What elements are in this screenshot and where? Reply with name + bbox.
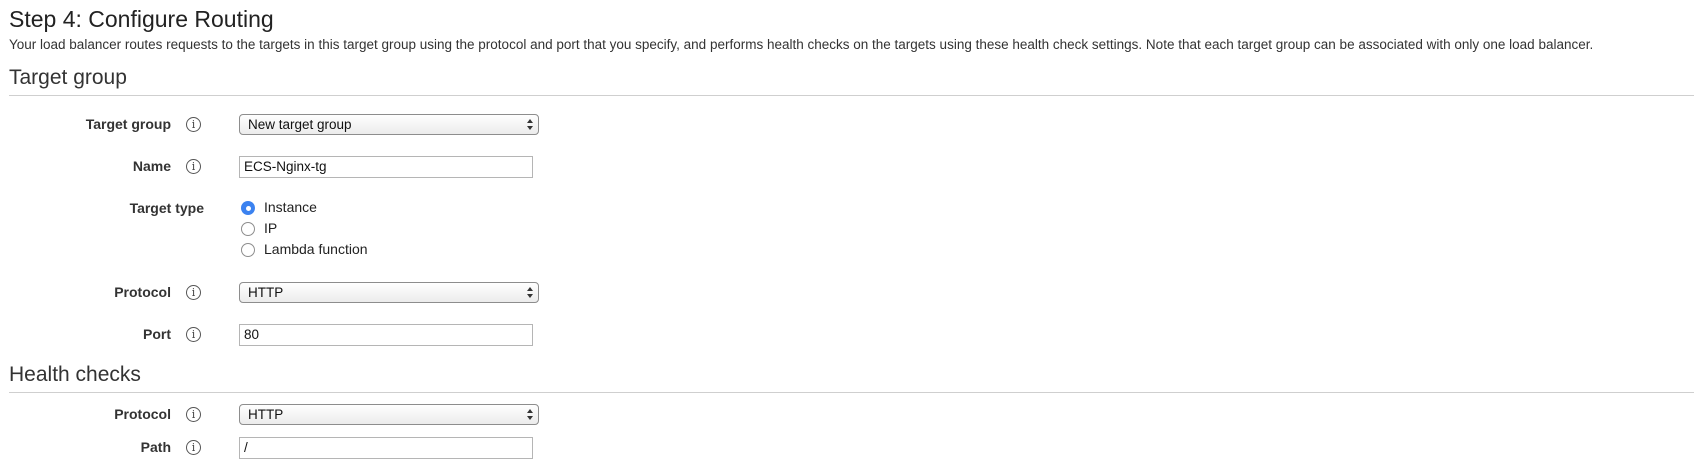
- port-row: Port i 80: [0, 324, 1694, 348]
- name-input[interactable]: ECS-Nginx-tg: [239, 156, 533, 178]
- info-icon[interactable]: i: [186, 159, 201, 174]
- info-icon[interactable]: i: [186, 117, 201, 132]
- health-protocol-row: Protocol i HTTP: [0, 404, 1694, 428]
- target-type-label: Target type: [129, 200, 204, 216]
- info-icon[interactable]: i: [186, 407, 201, 422]
- target-group-select-value: New target group: [248, 117, 352, 132]
- target-type-option-label: IP: [264, 220, 278, 236]
- port-input[interactable]: 80: [239, 324, 533, 346]
- updown-arrows-icon: [527, 119, 533, 130]
- protocol-select[interactable]: HTTP: [239, 282, 539, 303]
- updown-arrows-icon: [527, 287, 533, 298]
- radio-button[interactable]: [241, 243, 255, 257]
- section-title-health-checks: Health checks: [9, 363, 141, 386]
- section-divider: [9, 95, 1694, 96]
- health-path-row: Path i /: [0, 437, 1694, 461]
- page-title: Step 4: Configure Routing: [9, 6, 274, 32]
- section-title-target-group: Target group: [9, 66, 127, 89]
- health-protocol-label: Protocol: [114, 406, 171, 422]
- target-type-option-label: Instance: [264, 199, 317, 215]
- section-divider: [9, 392, 1694, 393]
- target-group-label: Target group: [85, 116, 171, 132]
- port-label: Port: [143, 326, 171, 342]
- info-icon[interactable]: i: [186, 327, 201, 342]
- health-path-label: Path: [140, 439, 171, 455]
- target-type-option-instance[interactable]: Instance: [241, 199, 441, 217]
- target-type-option-label: Lambda function: [264, 241, 368, 257]
- name-label: Name: [132, 158, 171, 174]
- page-description: Your load balancer routes requests to th…: [9, 37, 1594, 52]
- updown-arrows-icon: [527, 409, 533, 420]
- info-icon[interactable]: i: [186, 440, 201, 455]
- health-path-input[interactable]: /: [239, 437, 533, 459]
- name-row: Name i ECS-Nginx-tg: [0, 156, 1694, 180]
- protocol-row: Protocol i HTTP: [0, 282, 1694, 306]
- info-icon[interactable]: i: [186, 285, 201, 300]
- target-group-row: Target group i New target group: [0, 114, 1694, 138]
- health-protocol-select-value: HTTP: [248, 407, 284, 422]
- target-type-option-ip[interactable]: IP: [241, 220, 441, 238]
- health-protocol-select[interactable]: HTTP: [239, 404, 539, 425]
- protocol-label: Protocol: [114, 284, 171, 300]
- radio-button-selected[interactable]: [241, 201, 255, 215]
- target-group-select[interactable]: New target group: [239, 114, 539, 135]
- protocol-select-value: HTTP: [248, 285, 284, 300]
- radio-button[interactable]: [241, 222, 255, 236]
- target-type-option-lambda[interactable]: Lambda function: [241, 241, 441, 259]
